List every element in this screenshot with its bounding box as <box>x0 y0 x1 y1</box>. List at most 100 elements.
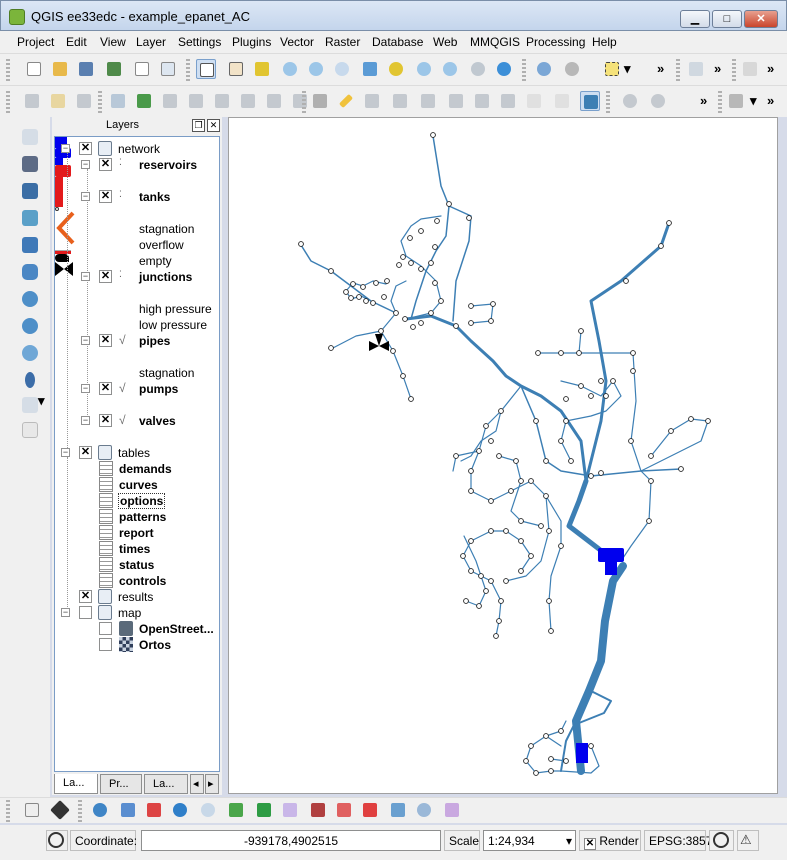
table-curves[interactable]: curves <box>55 477 219 493</box>
measure-button[interactable] <box>562 59 582 79</box>
add-vector-layer-button[interactable] <box>22 91 42 111</box>
graph-plugin-button[interactable] <box>118 800 138 820</box>
layer-ortos[interactable]: Ortos <box>55 637 219 653</box>
terrain-plugin-button[interactable] <box>254 800 274 820</box>
label-tool-dropdown[interactable]: ▾ <box>750 93 757 109</box>
paste-features-button[interactable] <box>552 91 572 111</box>
zoom-last-button[interactable] <box>440 59 460 79</box>
add-oracle-layer-button[interactable] <box>19 262 41 282</box>
layer-junctions[interactable]: − ✕ ⁚ junctions <box>55 269 219 285</box>
network-plugin-button[interactable] <box>144 800 164 820</box>
plugin-button[interactable] <box>50 800 70 820</box>
delete-selected-button[interactable] <box>472 91 492 111</box>
network-map[interactable] <box>229 118 777 793</box>
collapse-toggle[interactable]: − <box>81 336 90 345</box>
toolbar-grip[interactable] <box>302 91 306 113</box>
visibility-checkbox[interactable]: ✕ <box>99 158 112 171</box>
cut-features-button[interactable] <box>498 91 518 111</box>
visibility-checkbox[interactable]: ✕ <box>79 446 92 459</box>
close-button[interactable]: ✕ <box>744 10 778 28</box>
curve-plugin-button[interactable] <box>334 800 354 820</box>
menu-plugins[interactable]: Plugins <box>232 35 271 49</box>
measure-plugin-button[interactable] <box>388 800 408 820</box>
save-as-button[interactable] <box>104 59 124 79</box>
select-features-button[interactable] <box>602 59 622 79</box>
add-wcs-button[interactable] <box>290 91 310 111</box>
zoom-to-selection-button[interactable] <box>386 59 406 79</box>
toolbar-overflow-button[interactable]: » <box>700 93 707 108</box>
visibility-checkbox[interactable]: ✕ <box>99 414 112 427</box>
add-wfs-button[interactable] <box>134 91 154 111</box>
zoom-to-layer-button[interactable] <box>414 59 434 79</box>
tab-scroll-left[interactable]: ◂ <box>190 774 204 794</box>
collapse-toggle[interactable]: − <box>81 272 90 281</box>
node-tool-button[interactable] <box>446 91 466 111</box>
collapse-toggle[interactable]: − <box>81 160 90 169</box>
coordinate-field[interactable]: -939178,4902515 <box>141 830 441 851</box>
profile-plugin-button[interactable] <box>280 800 300 820</box>
layer-pumps[interactable]: − ✕ √ pumps <box>55 381 219 397</box>
toolbar-grip[interactable] <box>98 91 102 113</box>
menu-settings[interactable]: Settings <box>178 35 221 49</box>
add-feature-button[interactable] <box>390 91 410 111</box>
table-demands[interactable]: demands <box>55 461 219 477</box>
float-panel-button[interactable]: ❐ <box>192 119 205 132</box>
collapse-toggle[interactable]: − <box>61 144 70 153</box>
toolbar-overflow-button[interactable]: » <box>767 93 774 108</box>
table-times[interactable]: times <box>55 541 219 557</box>
visibility-checkbox[interactable]: ✕ <box>99 382 112 395</box>
coordinate-label-button[interactable]: Coordinate: <box>70 830 137 851</box>
maximize-button[interactable]: □ <box>712 10 742 28</box>
new-temp-layer-button[interactable] <box>19 420 41 440</box>
visibility-checkbox[interactable] <box>79 606 92 619</box>
add-db2-button[interactable] <box>264 91 284 111</box>
visibility-checkbox[interactable]: ✕ <box>99 334 112 347</box>
table-options[interactable]: options <box>55 493 219 509</box>
add-delimited-text-button[interactable] <box>19 370 41 390</box>
tab-scroll-right[interactable]: ▸ <box>205 774 219 794</box>
layer-group-results[interactable]: ✕ results <box>55 589 219 605</box>
tab-processing[interactable]: Pr... <box>100 774 142 794</box>
layer-group-map[interactable]: − map <box>55 605 219 621</box>
scale-combobox[interactable]: 1:24,934 ▾ <box>483 830 576 851</box>
composer-manager-button[interactable] <box>158 59 178 79</box>
layer-valves[interactable]: − ✕ √ valves <box>55 413 219 429</box>
menu-raster[interactable]: Raster <box>325 35 360 49</box>
layer-reservoirs[interactable]: − ✕ ⁚ reservoirs <box>55 157 219 173</box>
add-virtual-button[interactable] <box>186 91 206 111</box>
zoom-full-button[interactable] <box>360 59 380 79</box>
chart-tool-button[interactable] <box>740 59 760 79</box>
toolbar-grip[interactable] <box>6 59 10 81</box>
warning-plugin-button[interactable] <box>360 800 380 820</box>
crs-button[interactable]: EPSG:3857 <box>644 830 712 851</box>
toolbar-grip[interactable] <box>78 800 82 822</box>
toolbar-overflow-button[interactable]: » <box>657 61 664 76</box>
move-feature-button[interactable] <box>418 91 438 111</box>
pan-to-selection-button[interactable] <box>252 59 272 79</box>
select-dropdown-arrow[interactable]: ▾ <box>624 61 631 77</box>
collapse-toggle[interactable]: − <box>81 192 90 201</box>
table-status[interactable]: status <box>55 557 219 573</box>
zoom-native-button[interactable] <box>332 59 352 79</box>
tab-layer-order[interactable]: La... <box>144 774 188 794</box>
menu-database[interactable]: Database <box>372 35 423 49</box>
add-wfs-layer-button[interactable] <box>19 343 41 363</box>
undo-button[interactable] <box>620 91 640 111</box>
tab-layers[interactable]: La... <box>54 774 98 794</box>
draw-plugin-button[interactable] <box>308 800 328 820</box>
toolbar-overflow-button[interactable]: » <box>767 61 774 76</box>
save-edits-button[interactable] <box>362 91 382 111</box>
zoom-next-button[interactable] <box>468 59 488 79</box>
add-wms-layer-button[interactable] <box>19 289 41 309</box>
add-mssql-layer-button[interactable] <box>19 235 41 255</box>
menu-view[interactable]: View <box>100 35 126 49</box>
visibility-checkbox[interactable]: ✕ <box>99 270 112 283</box>
toolbar-grip[interactable] <box>522 59 526 81</box>
add-raster-layer-button[interactable] <box>19 154 41 174</box>
menu-vector[interactable]: Vector <box>280 35 314 49</box>
layer-openstreetmap[interactable]: OpenStreet... <box>55 621 219 637</box>
toolbar-grip[interactable] <box>676 59 680 81</box>
table-patterns[interactable]: patterns <box>55 509 219 525</box>
add-mssql-button[interactable] <box>212 91 232 111</box>
layer-group-tables[interactable]: − ✕ tables <box>55 445 219 461</box>
